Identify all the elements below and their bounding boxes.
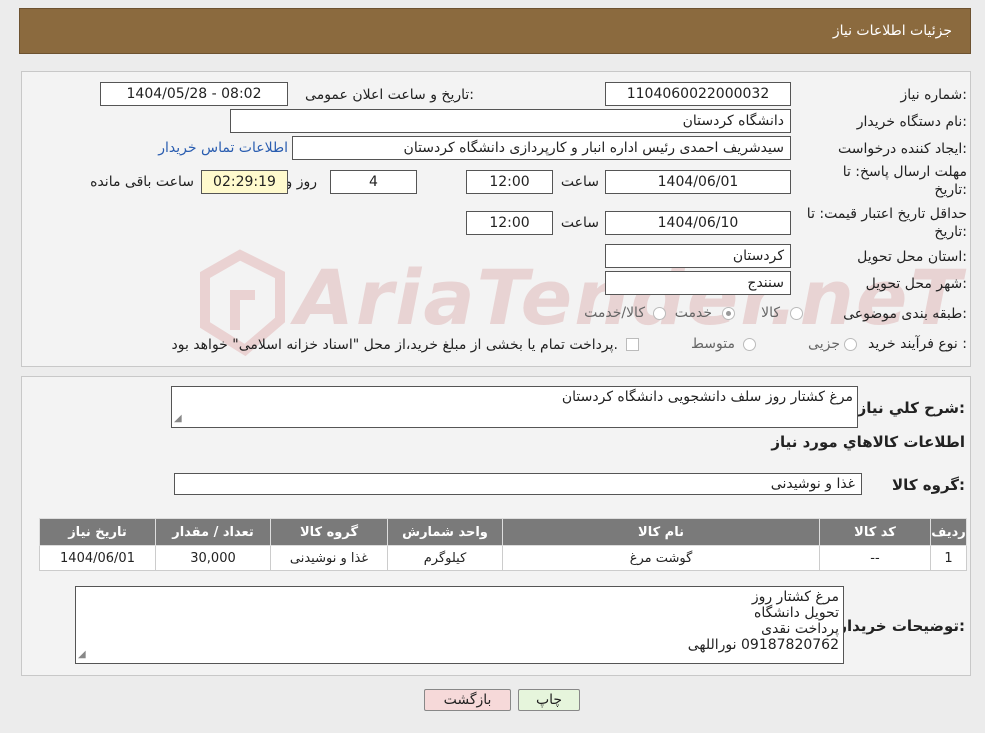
validity-time-label: ساعت xyxy=(560,215,599,231)
process-label: نوع فرآیند خرید : xyxy=(868,336,967,352)
category-service-radio[interactable] xyxy=(722,307,735,320)
treasury-checkbox[interactable] xyxy=(626,338,639,351)
buyer-notes-field: مرغ کشتار روز تحویل دانشگاه پرداخت نقدی … xyxy=(75,586,844,664)
col-quantity: تعداد / مقدار xyxy=(155,518,271,546)
creator-label: ایجاد کننده درخواست: xyxy=(838,141,967,157)
cell-goods-group: غذا و نوشیدنی xyxy=(270,545,388,571)
need-number-label: شماره نیاز: xyxy=(900,87,967,103)
process-minor-radio[interactable] xyxy=(844,338,857,351)
category-goods-service-radio[interactable] xyxy=(653,307,666,320)
treasury-note: پرداخت تمام یا بخشی از مبلغ خرید،از محل … xyxy=(171,337,618,353)
buyer-notes-line: تحویل دانشگاه xyxy=(754,605,839,621)
need-number-field: 1104060022000032 xyxy=(605,82,791,106)
back-button[interactable]: بازگشت xyxy=(424,689,511,711)
buyer-notes-line: پرداخت نقدی xyxy=(761,621,839,637)
page-title: جزئیات اطلاعات نیاز xyxy=(832,23,952,39)
validity-label-date: تاریخ: xyxy=(934,224,967,240)
buyer-notes-label: توضیحات خریدار: xyxy=(838,617,965,635)
buyer-notes-line: مرغ کشتار روز xyxy=(751,589,839,605)
category-goods-radio[interactable] xyxy=(790,307,803,320)
cell-item-code: -- xyxy=(819,545,931,571)
deadline-label: مهلت ارسال پاسخ: تا xyxy=(842,164,967,180)
category-service-label: خدمت xyxy=(674,305,712,321)
days-label: روز و xyxy=(285,174,318,190)
announce-label: تاریخ و ساعت اعلان عمومی: xyxy=(305,87,474,103)
city-label: شهر محل تحویل: xyxy=(865,276,967,292)
deadline-time-field: 12:00 xyxy=(466,170,553,194)
buyer-org-field: دانشگاه کردستان xyxy=(230,109,791,133)
process-medium-radio[interactable] xyxy=(743,338,756,351)
days-field: 4 xyxy=(330,170,417,194)
resize-handle-icon[interactable]: ◢ xyxy=(174,411,182,427)
cell-item-name: گوشت مرغ xyxy=(502,545,820,571)
summary-field: مرغ کشتار روز سلف دانشجویی دانشگاه کردست… xyxy=(171,386,858,428)
cell-need-date: 1404/06/01 xyxy=(39,545,156,571)
category-goods-service-label: کالا/خدمت xyxy=(584,305,645,321)
announce-field: 1404/05/28 - 08:02 xyxy=(100,82,288,106)
buyer-notes-line: 09187820762 نوراللهی xyxy=(687,637,839,653)
remaining-label: ساعت باقی مانده xyxy=(90,174,194,190)
province-field: کردستان xyxy=(605,244,791,268)
goods-group-label: گروه کالا: xyxy=(892,476,965,494)
city-field: سنندج xyxy=(605,271,791,295)
process-minor-label: جزیی xyxy=(808,336,840,352)
deadline-time-label: ساعت xyxy=(560,174,599,190)
items-table-wrap: ردیف کد کالا نام کالا واحد شمارش گروه کا… xyxy=(39,518,967,571)
page-header: جزئیات اطلاعات نیاز xyxy=(19,8,971,54)
province-label: استان محل تحویل: xyxy=(857,249,967,265)
buyer-org-label: نام دستگاه خریدار: xyxy=(856,114,967,130)
deadline-label-date: تاریخ: xyxy=(934,182,967,198)
category-goods-label: کالا xyxy=(761,305,780,321)
contact-buyer-link[interactable]: اطلاعات تماس خریدار xyxy=(158,140,288,156)
col-unit: واحد شمارش xyxy=(387,518,503,546)
cell-quantity: 30,000 xyxy=(155,545,271,571)
col-need-date: تاریخ نیاز xyxy=(39,518,156,546)
creator-field: سیدشریف احمدی رئیس اداره انبار و کارپردا… xyxy=(292,136,791,160)
print-button[interactable]: چاپ xyxy=(518,689,580,711)
deadline-date-field: 1404/06/01 xyxy=(605,170,791,194)
cell-unit: کیلوگرم xyxy=(387,545,503,571)
validity-date-field: 1404/06/10 xyxy=(605,211,791,235)
remaining-time-field: 02:29:19 xyxy=(201,170,288,194)
summary-text: مرغ کشتار روز سلف دانشجویی دانشگاه کردست… xyxy=(561,389,853,405)
col-item-code: کد کالا xyxy=(819,518,931,546)
category-label: طبقه بندی موضوعی: xyxy=(843,306,967,322)
cell-row-number: 1 xyxy=(930,545,967,571)
validity-label: حداقل تاریخ اعتبار قیمت: تا xyxy=(806,206,967,222)
resize-handle-icon[interactable]: ◢ xyxy=(78,647,86,663)
goods-group-field: غذا و نوشیدنی xyxy=(174,473,862,495)
goods-info-title: اطلاعات کالاهاي مورد نياز xyxy=(771,433,965,451)
items-table: ردیف کد کالا نام کالا واحد شمارش گروه کا… xyxy=(39,518,967,571)
table-row: 1 -- گوشت مرغ کیلوگرم غذا و نوشیدنی 30,0… xyxy=(39,545,967,571)
col-row-number: ردیف xyxy=(930,518,967,546)
validity-time-field: 12:00 xyxy=(466,211,553,235)
col-item-name: نام کالا xyxy=(502,518,820,546)
col-goods-group: گروه کالا xyxy=(270,518,388,546)
table-header-row: ردیف کد کالا نام کالا واحد شمارش گروه کا… xyxy=(39,518,967,546)
summary-label: شرح کلي نياز: xyxy=(857,399,965,417)
process-medium-label: متوسط xyxy=(691,336,735,352)
